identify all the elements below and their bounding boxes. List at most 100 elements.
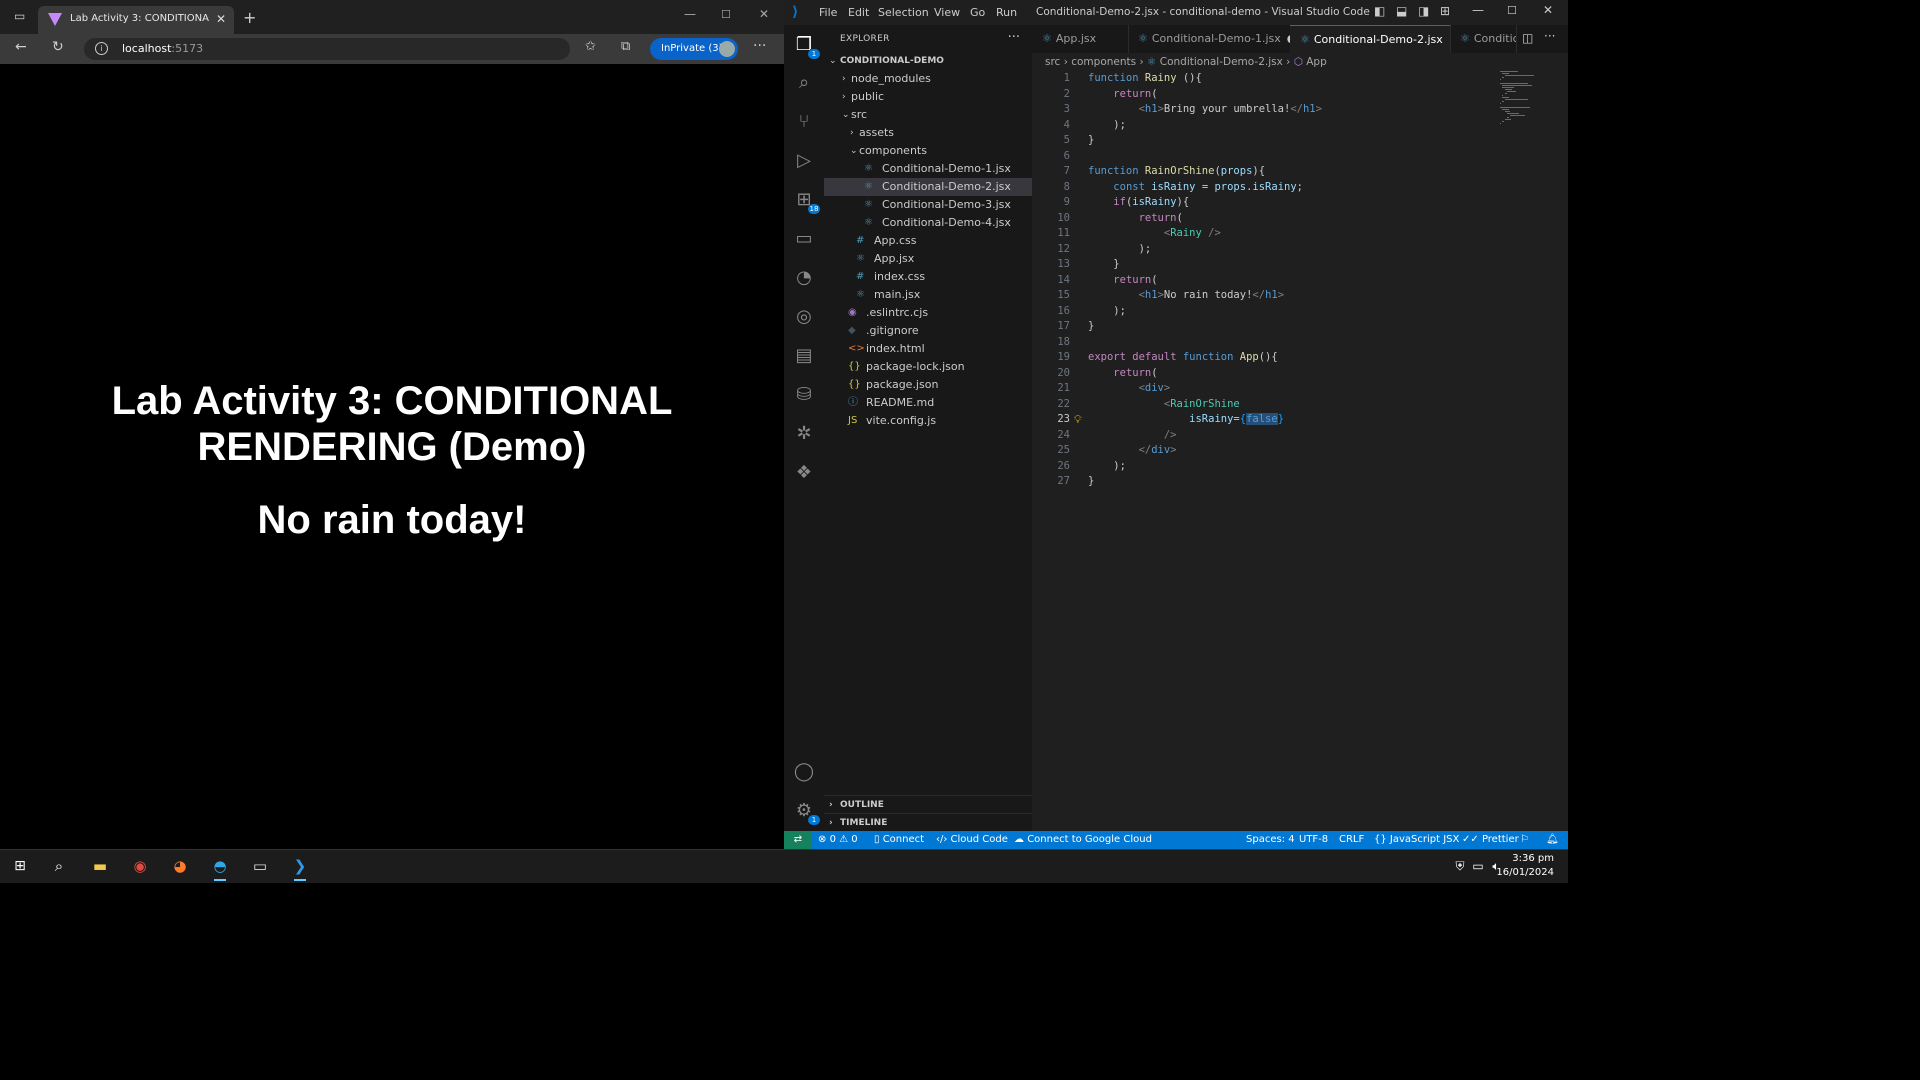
code-line[interactable]: } xyxy=(1088,320,1094,332)
code-line[interactable]: isRainy={false} xyxy=(1088,413,1284,425)
breadcrumb-components[interactable]: components xyxy=(1071,56,1136,68)
code-line[interactable]: <h1>No rain today!</h1> xyxy=(1088,289,1284,301)
collections-icon[interactable]: ⧉ xyxy=(621,39,630,54)
code-line[interactable]: const isRainy = props.isRainy; xyxy=(1088,181,1303,193)
code-line[interactable]: <div> xyxy=(1088,382,1171,394)
menu-go[interactable]: Go xyxy=(970,6,985,19)
tree-file[interactable]: ⚛ Conditional-Demo-4.jsx xyxy=(824,214,1032,232)
code-line[interactable]: ); xyxy=(1088,243,1152,255)
toggle-secondary-sidebar-icon[interactable]: ◨ xyxy=(1418,4,1429,18)
minimize-icon[interactable]: — xyxy=(684,7,696,21)
tree-file[interactable]: ⚛ Conditional-Demo-1.jsx xyxy=(824,160,1032,178)
back-arrow-icon[interactable]: ← xyxy=(15,39,27,55)
code-line[interactable]: } xyxy=(1088,258,1119,270)
settings-gear-icon[interactable]: ⚙ 1 xyxy=(792,799,820,825)
menu-edit[interactable]: Edit xyxy=(848,6,869,19)
code-line[interactable]: return( xyxy=(1088,212,1183,224)
kubernetes-icon[interactable]: ✲ xyxy=(792,422,816,446)
minimap[interactable] xyxy=(1500,71,1560,131)
lightbulb-icon[interactable]: 💡︎ xyxy=(1074,413,1082,427)
tree-file[interactable]: ⚛ main.jsx xyxy=(824,286,1032,304)
tree-folder[interactable]: › assets xyxy=(824,124,1032,142)
tree-folder[interactable]: › public xyxy=(824,88,1032,106)
tree-file[interactable]: ◆ .gitignore xyxy=(824,322,1032,340)
tree-file[interactable]: {} package-lock.json xyxy=(824,358,1032,376)
menu-file[interactable]: File xyxy=(819,6,837,19)
problems-indicator[interactable]: ⊗ 0 ⚠ 0 xyxy=(818,831,858,849)
close-tab-icon[interactable]: ✕ xyxy=(216,12,226,26)
menu-view[interactable]: View xyxy=(934,6,960,19)
tree-file[interactable]: ⓘ README.md xyxy=(824,394,1032,412)
tab-conditional-demo-1[interactable]: ⚛Conditional-Demo-1.jsx● xyxy=(1128,25,1291,53)
start-windows-icon[interactable]: ⊞ xyxy=(8,855,32,877)
tab-app-jsx[interactable]: ⚛ App.jsx xyxy=(1032,25,1129,53)
edge-devtools-icon[interactable]: ◎ xyxy=(792,305,816,329)
code-line[interactable]: return( xyxy=(1088,88,1157,100)
language-status[interactable]: {} JavaScript JSX xyxy=(1374,831,1459,849)
remote-indicator-icon[interactable]: ⇄ xyxy=(784,831,812,849)
code-line[interactable]: ); xyxy=(1088,119,1126,131)
code-line[interactable]: <Rainy /> xyxy=(1088,227,1221,239)
code-line[interactable]: /> xyxy=(1088,429,1177,441)
code-line[interactable]: if(isRainy){ xyxy=(1088,196,1189,208)
connect-status[interactable]: ▯ Connect xyxy=(874,831,924,849)
chrome-icon[interactable]: ◉ xyxy=(128,855,152,877)
edge-icon[interactable]: ◓ xyxy=(208,855,232,881)
encoding-status[interactable]: UTF-8 xyxy=(1299,831,1328,849)
new-tab-icon[interactable]: + xyxy=(243,8,256,27)
docker-icon[interactable]: ▤ xyxy=(792,344,816,368)
tab-conditional-demo-2[interactable]: ⚛Conditional-Demo-2.jsx✕ xyxy=(1290,25,1451,54)
code-line[interactable]: ); xyxy=(1088,460,1126,472)
tree-file[interactable]: JS vite.config.js xyxy=(824,412,1032,430)
code-line[interactable]: </div> xyxy=(1088,444,1177,456)
maximize-icon[interactable]: ☐ xyxy=(721,8,731,21)
outline-section[interactable]: › OUTLINE xyxy=(824,795,1032,814)
breadcrumb-file[interactable]: Conditional-Demo-2.jsx xyxy=(1160,56,1283,68)
code-line[interactable]: } xyxy=(1088,134,1094,146)
run-debug-icon[interactable]: ▷ xyxy=(792,149,816,173)
address-bar[interactable]: i localhost:5173 xyxy=(84,38,570,60)
code-line[interactable]: export default function App(){ xyxy=(1088,351,1278,363)
firefox-icon[interactable]: ◕ xyxy=(168,855,192,877)
code-line[interactable]: ); xyxy=(1088,305,1126,317)
code-line[interactable]: return( xyxy=(1088,274,1157,286)
split-editor-icon[interactable]: ◫ xyxy=(1522,31,1533,45)
cloud-code-status[interactable]: ‹/› Cloud Code xyxy=(936,831,1008,849)
tab-actions-icon[interactable]: ▭ xyxy=(14,9,25,23)
tree-file[interactable]: {} package.json xyxy=(824,376,1032,394)
explorer-more-icon[interactable]: ··· xyxy=(1008,30,1020,45)
menu-run[interactable]: Run xyxy=(996,6,1017,19)
code-line[interactable]: function Rainy (){ xyxy=(1088,72,1202,84)
refresh-icon[interactable]: ↻ xyxy=(52,39,64,55)
code-line[interactable]: function RainOrShine(props){ xyxy=(1088,165,1265,177)
code-line[interactable]: return( xyxy=(1088,367,1157,379)
tree-file[interactable]: # App.css xyxy=(824,232,1032,250)
file-explorer-icon[interactable]: ▬ xyxy=(88,855,112,877)
customize-layout-icon[interactable]: ⊞ xyxy=(1440,4,1450,18)
tree-folder[interactable]: ⌄ src xyxy=(824,106,1032,124)
vscode-minimize-icon[interactable]: — xyxy=(1472,3,1484,17)
taskbar-clock[interactable]: 3:36 pm 16/01/2024 xyxy=(1496,852,1554,880)
gitlens-icon[interactable]: ◔ xyxy=(792,266,816,290)
timeline-section[interactable]: › TIMELINE xyxy=(824,813,1032,832)
code-line[interactable]: } xyxy=(1088,475,1094,487)
menu-selection[interactable]: Selection xyxy=(878,6,929,19)
notifications-bell-icon[interactable]: 🔔︎ xyxy=(1546,831,1559,849)
google-cloud-status[interactable]: ☁ Connect to Google Cloud xyxy=(1014,831,1152,849)
browser-tab[interactable]: Lab Activity 3: CONDITIONAL RE ✕ xyxy=(38,6,234,34)
vscode-taskbar-icon[interactable]: ❯ xyxy=(288,855,312,881)
tree-file[interactable]: ⚛ Conditional-Demo-2.jsx xyxy=(824,178,1032,196)
tree-folder[interactable]: › node_modules xyxy=(824,70,1032,88)
tree-file[interactable]: # index.css xyxy=(824,268,1032,286)
breadcrumb-src[interactable]: src xyxy=(1045,56,1060,68)
tab-conditional-demo-overflow[interactable]: ⚛ Conditic xyxy=(1450,25,1517,53)
indentation-status[interactable]: Spaces: 4 xyxy=(1246,831,1295,849)
inprivate-button[interactable]: InPrivate (3) xyxy=(650,38,738,60)
terminal-icon[interactable]: ▭ xyxy=(248,855,272,877)
code-editor[interactable]: 1 function Rainy (){2 return(3 <h1>Bring … xyxy=(1032,71,1568,831)
code-line[interactable]: <h1>Bring your umbrella!</h1> xyxy=(1088,103,1322,115)
search-icon[interactable]: ⌕ xyxy=(792,71,816,95)
prettier-status[interactable]: ✓✓ Prettier xyxy=(1462,831,1519,849)
source-control-icon[interactable]: ⑂ xyxy=(792,110,816,134)
feedback-icon[interactable]: ⚐ xyxy=(1520,831,1529,849)
